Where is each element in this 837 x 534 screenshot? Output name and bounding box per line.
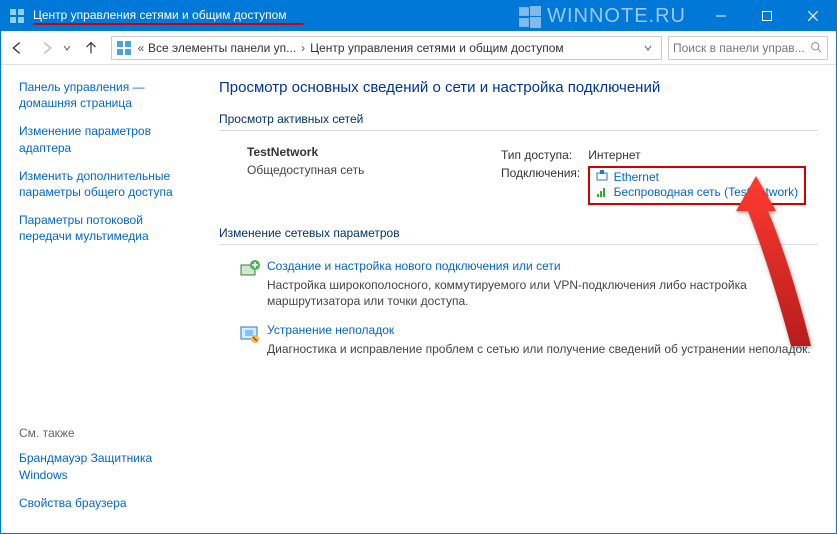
breadcrumb-dropdown[interactable]	[639, 41, 657, 55]
chevron-left-icon: «	[134, 41, 148, 55]
search-placeholder: Поиск в панели управ...	[673, 41, 810, 55]
network-type: Общедоступная сеть	[247, 163, 499, 177]
app-icon	[9, 8, 25, 24]
change-settings-title: Изменение сетевых параметров	[219, 226, 818, 240]
troubleshoot-link[interactable]: Устранение неполадок	[267, 323, 394, 337]
titlebar: Центр управления сетями и общим доступом	[1, 1, 836, 31]
back-button[interactable]	[3, 34, 31, 62]
sidebar-browser-link[interactable]: Свойства браузера	[19, 495, 191, 511]
active-networks-title: Просмотр активных сетей	[219, 112, 818, 126]
troubleshoot-desc: Диагностика и исправление проблем с сеть…	[267, 341, 811, 357]
control-panel-icon	[116, 40, 132, 56]
breadcrumb-level2[interactable]: Центр управления сетями и общим доступом	[310, 41, 564, 55]
sidebar-firewall-link[interactable]: Брандмауэр Защитника Windows	[19, 450, 191, 482]
wifi-link[interactable]: Беспроводная сеть (TestNetwork)	[614, 185, 799, 199]
window-title: Центр управления сетями и общим доступом	[33, 8, 303, 25]
main-content: Просмотр основных сведений о сети и наст…	[201, 65, 836, 533]
search-input[interactable]: Поиск в панели управ...	[668, 36, 828, 60]
sidebar-sharing-link[interactable]: Изменить дополнительные параметры общего…	[19, 168, 191, 200]
history-dropdown[interactable]	[61, 44, 73, 52]
sidebar-home-link[interactable]: Панель управления — домашняя страница	[19, 79, 191, 111]
connections-label: Подключения:	[501, 165, 586, 206]
breadcrumb[interactable]: « Все элементы панели уп... › Центр упра…	[111, 36, 662, 60]
up-button[interactable]	[77, 34, 105, 62]
search-icon	[810, 41, 823, 54]
breadcrumb-level1[interactable]: Все элементы панели уп...	[148, 41, 296, 55]
minimize-button[interactable]	[698, 1, 744, 31]
network-name: TestNetwork	[247, 145, 499, 159]
new-connection-desc: Настройка широкополосного, коммутируемог…	[267, 277, 818, 309]
forward-button[interactable]	[33, 34, 61, 62]
connections-box: Ethernet Беспроводная сеть (TestNetwork)	[588, 166, 806, 205]
sidebar-adapter-link[interactable]: Изменение параметров адаптера	[19, 123, 191, 155]
new-connection-link[interactable]: Создание и настройка нового подключения …	[267, 259, 561, 273]
sidebar-media-link[interactable]: Параметры потоковой передачи мультимедиа	[19, 212, 191, 244]
access-label: Тип доступа:	[501, 147, 586, 163]
close-button[interactable]	[790, 1, 836, 31]
divider	[219, 244, 818, 245]
navbar: « Все элементы панели уп... › Центр упра…	[1, 31, 836, 65]
sidebar: Панель управления — домашняя страница Из…	[1, 65, 201, 533]
troubleshoot-icon	[239, 323, 267, 357]
wifi-icon	[596, 186, 608, 201]
divider	[219, 130, 818, 131]
ethernet-link[interactable]: Ethernet	[614, 170, 659, 184]
chevron-right-icon: ›	[296, 41, 310, 55]
access-value: Интернет	[588, 147, 812, 163]
new-connection-icon	[239, 259, 267, 309]
ethernet-icon	[596, 170, 608, 185]
see-also-label: См. также	[19, 426, 191, 440]
maximize-button[interactable]	[744, 1, 790, 31]
page-heading: Просмотр основных сведений о сети и наст…	[219, 79, 818, 96]
